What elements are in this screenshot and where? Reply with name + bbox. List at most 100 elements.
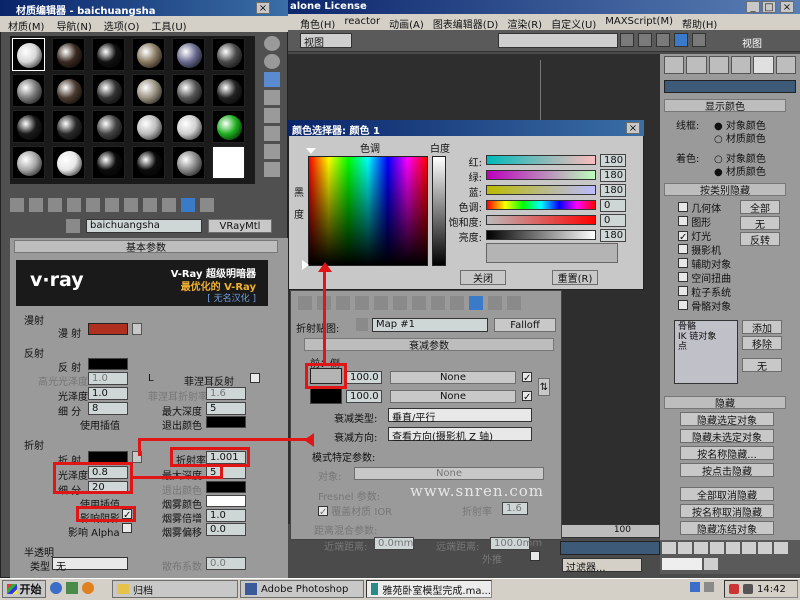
- toolbar-selection-dropdown[interactable]: [498, 33, 618, 48]
- maximize-viewport-icon[interactable]: [704, 558, 718, 570]
- make-unique-icon[interactable]: [105, 198, 119, 212]
- sample-slot[interactable]: [212, 110, 245, 143]
- category-lights[interactable]: ✓ 灯光: [678, 228, 740, 243]
- color-row-slider[interactable]: [486, 200, 596, 210]
- sample-slot[interactable]: [132, 38, 165, 71]
- modify-tab-icon[interactable]: [686, 56, 707, 74]
- color-row-slider[interactable]: [486, 230, 596, 240]
- bone-filter-list[interactable]: 骨骼 IK 链对象 点: [674, 320, 738, 384]
- viewport-label-right[interactable]: 视图: [742, 35, 762, 50]
- hide-by-hit-button[interactable]: 按点击隐藏: [680, 463, 774, 477]
- command-panel-name-field[interactable]: [664, 80, 796, 93]
- hide-by-name-button[interactable]: 按名称隐藏...: [680, 446, 774, 460]
- sample-slot[interactable]: [12, 146, 45, 179]
- fo-get-material-icon[interactable]: [298, 296, 312, 310]
- category-helpers[interactable]: 辅助对象: [678, 256, 740, 271]
- filter-field[interactable]: 过滤器...: [562, 558, 642, 574]
- fresnel-reflect-check[interactable]: [250, 373, 260, 386]
- translucency-type-dropdown[interactable]: 无: [52, 557, 128, 573]
- color-picker-close-button[interactable]: 关闭: [460, 270, 506, 285]
- hide-selected-button[interactable]: 隐藏选定对象: [680, 412, 774, 426]
- hue-saturation-field[interactable]: [308, 156, 428, 266]
- show-map-icon[interactable]: [162, 198, 176, 212]
- desktop-icon[interactable]: [66, 582, 78, 594]
- diffuse-map-button[interactable]: [132, 323, 142, 335]
- color-row-value[interactable]: 180: [600, 184, 626, 197]
- fo-reset-icon[interactable]: [355, 296, 369, 310]
- fo-end-result-icon[interactable]: [469, 296, 483, 310]
- fresnel-ior-value[interactable]: 1.6: [206, 387, 246, 400]
- fo-go-sibling-icon[interactable]: [507, 296, 521, 310]
- far-distance-value[interactable]: 100.0mm: [490, 537, 542, 550]
- affect-alpha-check[interactable]: [122, 523, 132, 536]
- tool-icon-4[interactable]: [674, 33, 688, 47]
- menu-animation[interactable]: 动画(A): [389, 16, 424, 31]
- backlight-icon[interactable]: [264, 54, 280, 69]
- hilight-gloss-value[interactable]: 1.0: [88, 372, 128, 385]
- rollout-basic-params[interactable]: 基本参数: [14, 240, 278, 254]
- put-to-scene-icon[interactable]: [29, 198, 43, 212]
- toolbar-icons[interactable]: [620, 33, 730, 48]
- whiteness-slider[interactable]: [432, 156, 446, 266]
- me-menu-navigation[interactable]: 导航(N): [56, 18, 91, 33]
- category-geometry[interactable]: 几何体: [678, 200, 740, 215]
- near-distance-value[interactable]: 0.0mm: [374, 537, 414, 550]
- sample-slot[interactable]: [12, 110, 45, 143]
- material-type-button[interactable]: VRayMtl: [208, 219, 272, 233]
- falloff-direction-dropdown[interactable]: 查看方向(摄影机 Z 轴): [388, 427, 532, 443]
- sample-slot[interactable]: [52, 110, 85, 143]
- shade-material-color[interactable]: ● 材质颜色: [714, 163, 766, 178]
- rollout-falloff-params[interactable]: 衰减参数: [304, 338, 554, 352]
- color-picker-close-icon[interactable]: ×: [626, 122, 640, 134]
- falloff-map1-button[interactable]: None: [390, 371, 516, 384]
- video-color-check-icon[interactable]: [264, 108, 280, 123]
- material-id-icon[interactable]: [143, 198, 157, 212]
- sample-slot[interactable]: [212, 38, 245, 71]
- fo-library-icon[interactable]: [412, 296, 426, 310]
- tray-network-icon[interactable]: [690, 582, 700, 592]
- falloff-type-button[interactable]: Falloff: [494, 318, 556, 332]
- unhide-by-name-button[interactable]: 按名称取消隐藏: [680, 504, 774, 518]
- options-icon[interactable]: [264, 144, 280, 159]
- category-all-button[interactable]: 全部: [740, 200, 780, 214]
- falloff-map1-check[interactable]: ✓: [522, 372, 532, 384]
- menu-render[interactable]: 渲染(R): [507, 16, 542, 31]
- rollout-hide-by-category[interactable]: 按类别隐藏: [664, 183, 786, 197]
- sample-slot[interactable]: [172, 146, 205, 179]
- falloff-amount2[interactable]: 100.0: [346, 390, 382, 403]
- diffuse-color-swatch[interactable]: [88, 323, 128, 335]
- go-start-icon[interactable]: [662, 542, 676, 554]
- fo-go-parent-icon[interactable]: [488, 296, 502, 310]
- me-menu-utilities[interactable]: 工具(U): [151, 18, 186, 33]
- falloff-map2-check[interactable]: ✓: [522, 391, 532, 403]
- play-icon[interactable]: [694, 542, 708, 554]
- make-copy-icon[interactable]: [86, 198, 100, 212]
- menu-role[interactable]: 角色(H): [300, 16, 335, 31]
- category-bone-objects[interactable]: 骨骼对象: [678, 298, 740, 313]
- override-ior-label[interactable]: ✓ 覆盖材质 IOR: [318, 503, 392, 518]
- reflect-subdivs-value[interactable]: 8: [88, 402, 128, 415]
- media-icon[interactable]: [82, 582, 94, 594]
- make-preview-icon[interactable]: [264, 126, 280, 141]
- color-row-value[interactable]: 180: [600, 229, 626, 242]
- fo-id-icon[interactable]: [431, 296, 445, 310]
- unhide-all-button[interactable]: 全部取消隐藏: [680, 487, 774, 501]
- falloff-map2-button[interactable]: None: [390, 390, 516, 403]
- color-row-value[interactable]: 180: [600, 169, 626, 182]
- sample-slot[interactable]: [92, 146, 125, 179]
- max-minimize-button[interactable]: _: [746, 1, 760, 13]
- sample-slot[interactable]: [212, 74, 245, 107]
- fo-copy-icon[interactable]: [374, 296, 388, 310]
- hue-marker-icon[interactable]: [306, 148, 316, 154]
- go-to-parent-icon[interactable]: [200, 198, 214, 212]
- taskbar-photoshop-button[interactable]: Adobe Photoshop: [240, 580, 364, 598]
- menu-reactor[interactable]: reactor: [344, 16, 380, 28]
- fo-show-map-icon[interactable]: [450, 296, 464, 310]
- color-row-slider[interactable]: [486, 215, 596, 225]
- falloff-ior-value[interactable]: 1.6: [502, 502, 528, 515]
- reflect-exit-color-swatch[interactable]: [206, 416, 246, 428]
- sample-slot[interactable]: [52, 146, 85, 179]
- put-to-library-icon[interactable]: [124, 198, 138, 212]
- pan-icon[interactable]: [758, 542, 772, 554]
- menu-graph-editor[interactable]: 图表编辑器(D): [433, 16, 499, 31]
